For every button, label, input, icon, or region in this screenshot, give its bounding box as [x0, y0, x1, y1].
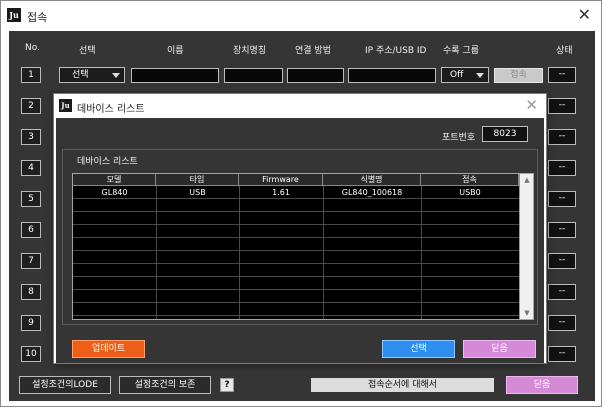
column-divider — [421, 186, 422, 319]
table-row[interactable] — [73, 304, 519, 316]
cell-connection: USB0 — [459, 188, 481, 197]
port-label: 포트번호 — [442, 133, 476, 143]
row-number: 4 — [21, 160, 41, 176]
connect-button[interactable]: 접속 — [494, 68, 543, 83]
dialog-titlebar: Ju 데바이스 리스트 ✕ — [54, 94, 546, 118]
status-value: -- — [548, 315, 576, 331]
table-header: 모델 타입 Firmware 식별명 접속 — [73, 174, 519, 186]
header-select: 선택 — [79, 46, 96, 56]
status-value: -- — [548, 346, 576, 362]
dialog-title: 데바이스 리스트 — [77, 104, 145, 115]
row-number: 9 — [21, 315, 41, 331]
status-value: -- — [548, 222, 576, 238]
dialog-close-button[interactable]: 닫음 — [463, 340, 536, 358]
dialog-body: 포트번호 8023 데바이스 리스트 모델 타입 Firmware 식별명 접속… — [56, 118, 544, 363]
scroll-up-icon[interactable]: ▲ — [521, 174, 533, 186]
status-value: -- — [548, 129, 576, 145]
recording-group-value: Off — [450, 70, 464, 80]
row-number: 8 — [21, 284, 41, 300]
table-row[interactable] — [73, 252, 519, 264]
help-button[interactable]: ? — [220, 378, 234, 392]
select-dropdown-value: 선택 — [72, 70, 89, 80]
ip-address-field[interactable] — [348, 68, 436, 83]
column-header-firmware[interactable]: Firmware — [239, 174, 323, 186]
cell-type: USB — [189, 188, 206, 197]
app-logo-icon: Ju — [59, 99, 72, 112]
table-row[interactable] — [73, 213, 519, 225]
window-title: 접속 — [27, 11, 48, 24]
scroll-down-icon[interactable]: ▼ — [521, 307, 533, 319]
connection-method-field[interactable] — [287, 68, 344, 83]
close-button[interactable]: 닫음 — [506, 376, 578, 394]
table-row[interactable] — [73, 226, 519, 238]
row-number: 3 — [21, 129, 41, 145]
chevron-down-icon — [476, 73, 484, 78]
device-name-field[interactable] — [224, 68, 283, 83]
header-name: 이름 — [167, 46, 184, 56]
header-ip: IP 주소/USB ID — [365, 46, 427, 56]
status-value: -- — [548, 160, 576, 176]
name-field[interactable] — [131, 68, 219, 83]
dialog-close-icon[interactable]: ✕ — [525, 96, 538, 114]
table-row[interactable] — [73, 291, 519, 303]
device-list-label: 데바이스 리스트 — [77, 157, 138, 167]
status-value: -- — [548, 253, 576, 269]
header-recording-group: 수록 그룹 — [443, 46, 479, 56]
app-logo-icon: Ju — [7, 8, 21, 22]
table-row[interactable] — [73, 265, 519, 277]
vertical-scrollbar[interactable]: ▲ ▼ — [519, 174, 533, 319]
table-row[interactable]: GL840 USB 1.61 GL840_100618 USB0 — [73, 187, 519, 199]
header-connection: 연결 방법 — [295, 46, 331, 56]
table-row[interactable] — [73, 278, 519, 290]
cell-identifier: GL840_100618 — [341, 188, 403, 197]
table-row[interactable] — [73, 200, 519, 212]
column-divider — [239, 186, 240, 319]
status-value: -- — [548, 98, 576, 114]
save-settings-button[interactable]: 설정조건의 보존 — [119, 376, 211, 394]
table-row[interactable] — [73, 239, 519, 251]
recording-group-dropdown[interactable]: Off — [441, 67, 489, 83]
connection-order-link[interactable]: 접속순서에 대해서 — [311, 378, 494, 392]
cell-firmware: 1.61 — [272, 188, 290, 197]
row-number: 7 — [21, 253, 41, 269]
status-value: -- — [548, 67, 576, 83]
cell-model: GL840 — [101, 188, 128, 197]
column-header-identifier[interactable]: 식별명 — [323, 174, 421, 186]
row-number: 2 — [21, 98, 41, 114]
chevron-down-icon — [112, 73, 120, 78]
column-header-connection[interactable]: 접속 — [421, 174, 519, 186]
header-status: 상태 — [556, 46, 573, 56]
window-titlebar: Ju 접속 ✕ — [1, 1, 601, 31]
column-header-type[interactable]: 타입 — [156, 174, 239, 186]
update-button[interactable]: 업데이트 — [72, 340, 145, 358]
row-number: 6 — [21, 222, 41, 238]
device-table[interactable]: 모델 타입 Firmware 식별명 접속 GL840 USB 1.61 GL8… — [72, 173, 534, 320]
status-value: -- — [548, 191, 576, 207]
header-device-name: 장치명칭 — [233, 46, 267, 56]
load-settings-button[interactable]: 설정조건의LODE — [19, 376, 111, 394]
column-divider — [156, 186, 157, 319]
row-number: 1 — [21, 67, 41, 83]
row-number: 10 — [21, 346, 41, 362]
row-number: 5 — [21, 191, 41, 207]
header-no: No. — [25, 43, 40, 53]
column-header-model[interactable]: 모델 — [73, 174, 156, 186]
port-number-field[interactable]: 8023 — [482, 126, 528, 142]
column-divider — [323, 186, 324, 319]
select-button[interactable]: 선택 — [382, 340, 455, 358]
select-dropdown[interactable]: 선택 — [59, 67, 125, 83]
status-value: -- — [548, 284, 576, 300]
window-close-icon[interactable]: ✕ — [578, 5, 591, 24]
device-list-dialog: Ju 데바이스 리스트 ✕ 포트번호 8023 데바이스 리스트 모델 타입 F… — [53, 93, 547, 364]
